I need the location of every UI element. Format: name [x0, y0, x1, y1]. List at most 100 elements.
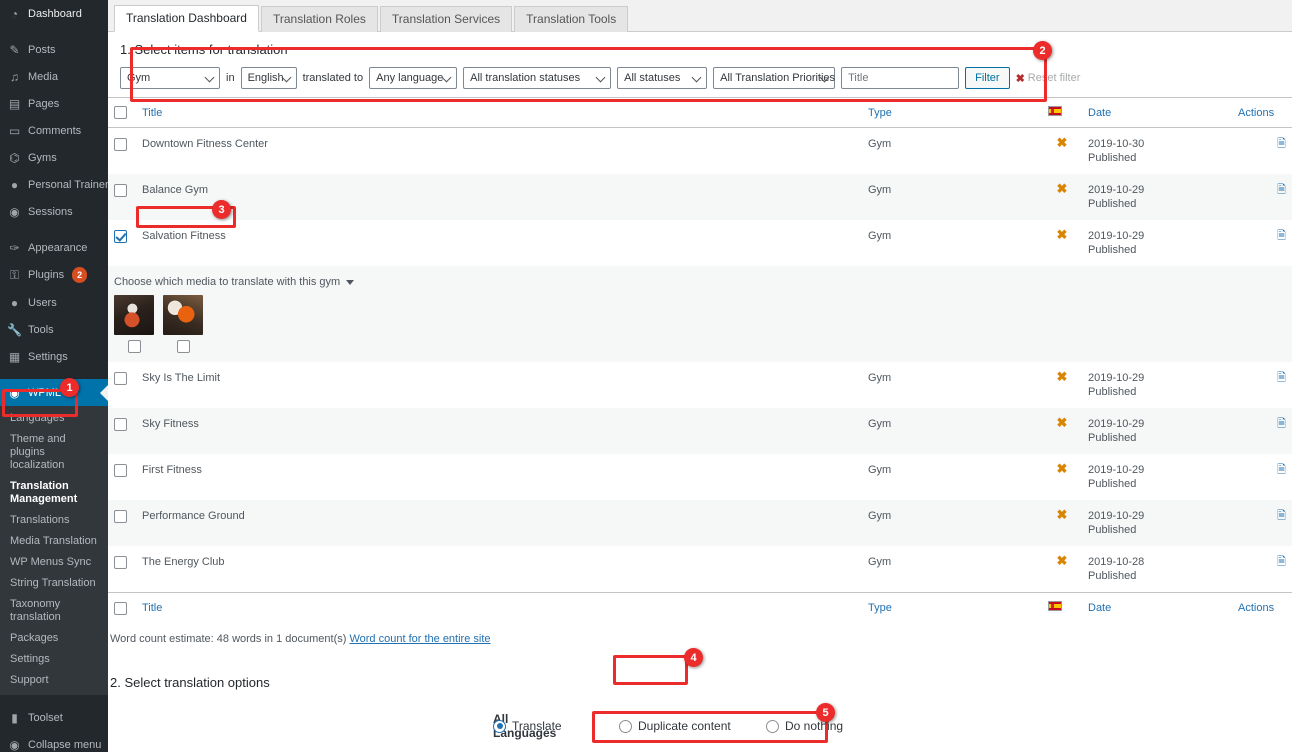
media-thumbnail-image[interactable]: [114, 295, 154, 335]
footer-date[interactable]: Date: [1082, 592, 1232, 623]
row-title[interactable]: First Fitness: [136, 454, 862, 500]
salvation-fitness-checkbox[interactable]: [114, 229, 127, 243]
row-checkbox-cell[interactable]: [108, 128, 136, 175]
sidebar-item-gyms[interactable]: ⌬ Gyms: [0, 144, 108, 171]
sidebar-item-comments[interactable]: ▭ Comments: [0, 117, 108, 144]
row-checkbox-cell[interactable]: [108, 220, 136, 266]
row-title[interactable]: Sky Fitness: [136, 408, 862, 454]
all-languages-duplicate-option[interactable]: Duplicate content: [619, 719, 744, 733]
all-languages-donothing-option[interactable]: Do nothing: [766, 719, 866, 733]
submenu-item-support[interactable]: Support: [0, 670, 108, 691]
all-languages-donothing-radio[interactable]: [766, 719, 779, 733]
add-translation-icon[interactable]: 🗎: [1277, 555, 1286, 569]
row-checkbox-cell[interactable]: [108, 500, 136, 546]
submenu-item-settings[interactable]: Settings: [0, 649, 108, 670]
row-actions[interactable]: 🗎: [1232, 362, 1292, 408]
sidebar-item-wpml[interactable]: ◉ WPML: [0, 379, 108, 406]
translation-priority-select[interactable]: All Translation Priorities: [713, 67, 836, 89]
media-thumb-item[interactable]: [114, 295, 154, 353]
header-date[interactable]: Date: [1082, 97, 1232, 128]
row-checkbox-cell[interactable]: [108, 408, 136, 454]
submenu-item-string-translation[interactable]: String Translation: [0, 573, 108, 594]
add-translation-icon[interactable]: 🗎: [1277, 509, 1286, 523]
sidebar-item-sessions[interactable]: ◉ Sessions: [0, 198, 108, 225]
row-actions[interactable]: 🗎: [1232, 220, 1292, 266]
row-actions[interactable]: 🗎: [1232, 546, 1292, 593]
filter-button[interactable]: Filter: [965, 67, 1010, 89]
row-title[interactable]: Salvation Fitness: [136, 220, 862, 266]
media-panel-header[interactable]: Choose which media to translate with thi…: [114, 275, 1286, 289]
sidebar-item-personal-trainers[interactable]: ● Personal Trainers: [0, 171, 108, 198]
submenu-item-media-translation[interactable]: Media Translation: [0, 531, 108, 552]
translation-status-select[interactable]: All translation statuses: [463, 67, 612, 89]
tab-translation-tools[interactable]: Translation Tools: [514, 6, 629, 32]
media-thumb-checkbox[interactable]: [176, 340, 190, 353]
add-translation-icon[interactable]: 🗎: [1277, 137, 1286, 151]
post-type-select[interactable]: Gym: [120, 67, 220, 89]
row-checkbox[interactable]: [114, 371, 127, 385]
row-checkbox-cell[interactable]: [108, 454, 136, 500]
row-actions[interactable]: 🗎: [1232, 408, 1292, 454]
all-languages-translate-radio[interactable]: [493, 719, 506, 733]
source-language-select[interactable]: English: [240, 67, 297, 89]
sidebar-item-tools[interactable]: 🔧 Tools: [0, 316, 108, 343]
row-checkbox[interactable]: [114, 417, 127, 431]
add-translation-icon[interactable]: 🗎: [1277, 463, 1286, 477]
submenu-item-translations[interactable]: Translations: [0, 510, 108, 531]
row-checkbox[interactable]: [114, 463, 127, 477]
row-actions[interactable]: 🗎: [1232, 128, 1292, 175]
sidebar-item-pages[interactable]: ▤ Pages: [0, 90, 108, 117]
add-translation-icon[interactable]: 🗎: [1277, 229, 1286, 243]
header-title[interactable]: Title: [136, 97, 862, 128]
status-select[interactable]: All statuses: [617, 67, 708, 89]
row-title[interactable]: Sky Is The Limit: [136, 362, 862, 408]
row-actions[interactable]: 🗎: [1232, 174, 1292, 220]
row-checkbox[interactable]: [114, 509, 127, 523]
select-all-checkbox[interactable]: [114, 106, 127, 119]
select-all-checkbox-footer[interactable]: [114, 601, 127, 615]
submenu-item-wp-menus-sync[interactable]: WP Menus Sync: [0, 552, 108, 573]
row-checkbox[interactable]: [114, 183, 127, 197]
sidebar-item-plugins[interactable]: ⚿ Plugins 2: [0, 261, 108, 289]
add-translation-icon[interactable]: 🗎: [1277, 417, 1286, 431]
row-checkbox-cell[interactable]: [108, 362, 136, 408]
submenu-item-packages[interactable]: Packages: [0, 628, 108, 649]
reset-filter-link[interactable]: ✖ Reset filter: [1016, 72, 1081, 85]
sidebar-item-users[interactable]: ● Users: [0, 289, 108, 316]
row-actions[interactable]: 🗎: [1232, 500, 1292, 546]
media-thumbnail-image[interactable]: [163, 295, 203, 335]
row-title[interactable]: Balance Gym: [136, 174, 862, 220]
search-input[interactable]: [841, 67, 960, 89]
sidebar-collapse-menu[interactable]: ◉ Collapse menu: [0, 731, 108, 752]
all-languages-duplicate-radio[interactable]: [619, 719, 632, 733]
sidebar-item-dashboard[interactable]: ◔ Dashboard: [0, 0, 108, 27]
row-actions[interactable]: 🗎: [1232, 454, 1292, 500]
select-all-footer[interactable]: [108, 592, 136, 623]
row-checkbox-cell[interactable]: [108, 546, 136, 593]
submenu-item-theme-plugins-localization[interactable]: Theme and plugins localization: [0, 429, 108, 476]
sidebar-item-media[interactable]: ♫ Media: [0, 63, 108, 90]
submenu-item-translation-management[interactable]: Translation Management: [0, 476, 108, 510]
row-title[interactable]: The Energy Club: [136, 546, 862, 593]
footer-title[interactable]: Title: [136, 592, 862, 623]
media-thumb-checkbox[interactable]: [127, 340, 141, 353]
tab-translation-services[interactable]: Translation Services: [379, 6, 513, 32]
add-translation-icon[interactable]: 🗎: [1277, 371, 1286, 385]
tab-translation-dashboard[interactable]: Translation Dashboard: [114, 5, 259, 32]
sidebar-item-settings[interactable]: ▦ Settings: [0, 343, 108, 370]
sidebar-item-posts[interactable]: ✎ Posts: [0, 36, 108, 63]
word-count-site-link[interactable]: Word count for the entire site: [349, 633, 490, 645]
target-language-select[interactable]: Any language: [369, 67, 458, 89]
sidebar-item-appearance[interactable]: ✑ Appearance: [0, 234, 108, 261]
row-title[interactable]: Downtown Fitness Center: [136, 128, 862, 175]
all-languages-translate-option[interactable]: Translate: [493, 719, 593, 733]
row-checkbox-cell[interactable]: [108, 174, 136, 220]
submenu-item-languages[interactable]: Languages: [0, 408, 108, 429]
select-all-header[interactable]: [108, 97, 136, 128]
submenu-item-taxonomy-translation[interactable]: Taxonomy translation: [0, 594, 108, 628]
sidebar-item-toolset[interactable]: ▮ Toolset: [0, 704, 108, 731]
row-title[interactable]: Performance Ground: [136, 500, 862, 546]
add-translation-icon[interactable]: 🗎: [1277, 183, 1286, 197]
row-checkbox[interactable]: [114, 137, 127, 151]
row-checkbox[interactable]: [114, 555, 127, 569]
